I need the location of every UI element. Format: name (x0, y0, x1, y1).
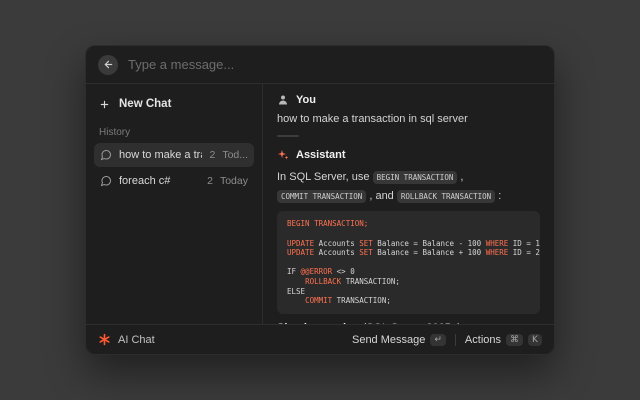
back-button[interactable] (98, 55, 118, 75)
code-line: ROLLBACK TRANSACTION; (287, 277, 530, 287)
enter-key-icon: ↵ (430, 334, 446, 346)
inline-code-rollback-transaction: ROLLBACK TRANSACTION (397, 190, 495, 203)
intro-lead: In SQL Server, use (277, 171, 373, 183)
new-chat-button[interactable]: New Chat (94, 92, 254, 116)
plus-icon (99, 99, 110, 110)
ai-chat-logo-icon (98, 333, 111, 346)
assistant-message: Assistant In SQL Server, use BEGIN TRANS… (277, 149, 540, 324)
code-line (287, 229, 530, 239)
user-avatar-icon (277, 94, 289, 106)
message-input[interactable]: Type a message... (128, 57, 542, 72)
code-line: ELSE (287, 287, 530, 297)
code-line (287, 258, 530, 268)
topbar: Type a message... (86, 46, 554, 84)
history-item[interactable]: foreach c# 2 Today (94, 169, 254, 193)
intro-sep2: , and (366, 190, 397, 202)
history-item-title: foreach c# (119, 175, 200, 187)
history-item[interactable]: how to make a transa... 2 Tod... (94, 143, 254, 167)
history-item-date: Today (220, 175, 248, 187)
user-message-header: You (277, 94, 540, 106)
actions-button[interactable]: Actions ⌘ K (465, 334, 542, 346)
status-bar: AI Chat Send Message ↵ Actions ⌘ K (86, 324, 554, 354)
actions-label: Actions (465, 334, 501, 346)
assistant-name: Assistant (296, 149, 346, 161)
app-name: AI Chat (118, 334, 155, 346)
assistant-sparkle-icon (277, 149, 289, 161)
inline-code-begin-transaction: BEGIN TRANSACTION (373, 171, 458, 184)
desktop-background: Type a message... New Chat History how t… (0, 0, 640, 400)
intro-sep3: : (495, 190, 501, 202)
code-line: UPDATE Accounts SET Balance = Balance - … (287, 239, 530, 249)
history-item-count: 2 (207, 175, 213, 187)
assistant-intro-text: In SQL Server, use BEGIN TRANSACTION , C… (277, 168, 540, 205)
user-name: You (296, 94, 316, 106)
statusbar-separator (455, 334, 456, 346)
chat-bubble-icon (100, 149, 112, 161)
code-line: BEGIN TRANSACTION; (287, 219, 530, 229)
new-chat-label: New Chat (119, 98, 171, 110)
user-message-text: how to make a transaction in sql server (277, 113, 540, 125)
window-content: New Chat History how to make a transa...… (86, 84, 554, 324)
intro-sep1: , (457, 171, 463, 183)
history-list: how to make a transa... 2 Tod... foreach… (94, 143, 254, 195)
code-line: UPDATE Accounts SET Balance = Balance + … (287, 248, 530, 258)
command-key-icon: ⌘ (506, 334, 523, 346)
app-identity: AI Chat (98, 333, 155, 346)
chat-panel: You how to make a transaction in sql ser… (263, 84, 554, 324)
sql-code-block[interactable]: BEGIN TRANSACTION; UPDATE Accounts SET B… (277, 211, 540, 313)
inline-code-commit-transaction: COMMIT TRANSACTION (277, 190, 366, 203)
history-item-title: how to make a transa... (119, 149, 202, 161)
assistant-message-header: Assistant (277, 149, 540, 161)
statusbar-actions: Send Message ↵ Actions ⌘ K (352, 334, 542, 346)
k-key: K (528, 334, 542, 346)
send-message-label: Send Message (352, 334, 425, 346)
code-line: COMMIT TRANSACTION; (287, 296, 530, 306)
code-line: IF @@ERROR <> 0 (287, 267, 530, 277)
ai-chat-window: Type a message... New Chat History how t… (85, 45, 555, 355)
send-message-button[interactable]: Send Message ↵ (352, 334, 446, 346)
sidebar: New Chat History how to make a transa...… (86, 84, 263, 324)
chat-bubble-icon (100, 175, 112, 187)
arrow-left-icon (103, 59, 114, 70)
message-divider (277, 135, 299, 137)
history-item-date: Tod... (222, 149, 248, 161)
user-message: You how to make a transaction in sql ser… (277, 94, 540, 125)
history-heading: History (99, 127, 249, 138)
history-item-count: 2 (209, 149, 215, 161)
